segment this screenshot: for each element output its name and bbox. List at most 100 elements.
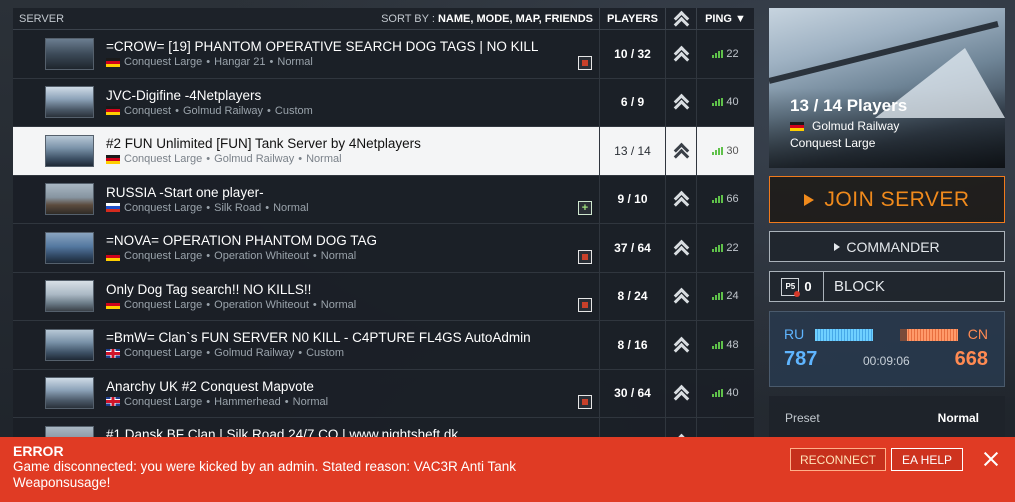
preset-value: Normal xyxy=(937,411,979,425)
map-thumbnail xyxy=(45,231,94,264)
server-cell: JVC-Digifine -4Netplayers Conquest • Golmud… xyxy=(13,78,600,126)
rank-cell xyxy=(666,78,697,126)
server-text: Only Dog Tag search!! NO KILLS!! Conquest… xyxy=(106,282,356,311)
ping-value: 40 xyxy=(726,96,739,109)
column-rank[interactable] xyxy=(666,8,697,29)
server-preset: Normal xyxy=(292,395,329,408)
team1-score: 787 xyxy=(784,348,818,370)
ping-cell: 30 xyxy=(697,127,754,175)
list-header: SERVER SORT BY : NAME, MODE, MAP, FRIEND… xyxy=(13,8,754,30)
server-text: RUSSIA -Start one player- Conquest Large •… xyxy=(106,185,309,214)
preview-map-name: Golmud Railway xyxy=(812,119,900,133)
server-preset: Normal xyxy=(273,201,309,214)
server-map: Operation Whiteout xyxy=(214,298,309,311)
country-flag-icon xyxy=(106,203,120,213)
error-banner: ERROR Game disconnected: you were kicked… xyxy=(0,437,1015,502)
server-row[interactable]: Only Dog Tag search!! NO KILLS!! Conquest… xyxy=(13,272,754,321)
block-button[interactable]: BLOCK xyxy=(824,272,1004,301)
server-cell: Only Dog Tag search!! NO KILLS!! Conquest… xyxy=(13,272,600,320)
ping-cell: 66 xyxy=(697,176,754,224)
server-details: Conquest Large • Operation Whiteout • Normal xyxy=(106,299,356,311)
server-row[interactable]: =BmW= Clan`s FUN SERVER N0 KILL - C4PTUR… xyxy=(13,321,754,370)
separator: • xyxy=(298,347,303,360)
country-flag-icon xyxy=(106,251,120,261)
close-icon[interactable] xyxy=(983,451,999,467)
server-mode: Conquest Large xyxy=(124,298,203,311)
spectator-icon-text: P5 xyxy=(785,282,796,291)
play-icon xyxy=(804,193,815,206)
team1-ticket-bar xyxy=(815,329,873,341)
country-flag-icon xyxy=(106,300,120,310)
ping-value: 66 xyxy=(726,193,739,206)
preview-info: 13 / 14 Players Golmud Railway Conquest … xyxy=(790,96,907,150)
server-cell: =BmW= Clan`s FUN SERVER N0 KILL - C4PTUR… xyxy=(13,321,600,369)
player-count: 6 / 9 xyxy=(600,78,666,126)
server-text: =NOVA= OPERATION PHANTOM DOG TAG Conquest… xyxy=(106,233,377,262)
separator: • xyxy=(269,56,274,69)
server-details: Conquest • Golmud Railway • Custom xyxy=(106,105,313,117)
server-row[interactable]: Anarchy UK #2 Conquest Mapvote Conquest L… xyxy=(13,369,754,418)
server-map: Hangar 21 xyxy=(214,56,266,69)
ping-cell: 48 xyxy=(697,321,754,369)
server-row[interactable]: JVC-Digifine -4Netplayers Conquest • Golmud… xyxy=(13,78,754,127)
player-count: 37 / 64 xyxy=(600,224,666,272)
separator: • xyxy=(206,153,211,166)
ping-value: 30 xyxy=(726,144,739,157)
rank-cell xyxy=(666,272,697,320)
server-row[interactable]: RUSSIA -Start one player- Conquest Large •… xyxy=(13,175,754,224)
separator: • xyxy=(284,395,289,408)
column-ping[interactable]: PING ▼ xyxy=(697,8,754,29)
scoreboard: RU CN 787 00:09:06 668 xyxy=(769,311,1005,387)
signal-bars-icon xyxy=(712,98,724,107)
server-text: Anarchy UK #2 Conquest Mapvote Conquest L… xyxy=(106,379,328,408)
player-count: 8 / 16 xyxy=(600,321,666,369)
server-preset: Custom xyxy=(306,347,344,360)
ping-cell: 22 xyxy=(697,30,754,78)
server-map: Hammerhead xyxy=(214,395,281,408)
country-flag-icon xyxy=(106,106,120,116)
preview-map: Golmud Railway xyxy=(790,119,907,133)
separator: • xyxy=(206,201,211,214)
server-preview: 13 / 14 Players Golmud Railway Conquest … xyxy=(769,8,1005,168)
country-flag-icon xyxy=(106,57,120,67)
commander-button[interactable]: COMMANDER xyxy=(769,231,1005,262)
server-row[interactable]: #2 FUN Unlimited [FUN] Tank Server by 4N… xyxy=(13,127,754,176)
preview-mode: Conquest Large xyxy=(790,136,876,150)
play-icon xyxy=(834,242,841,251)
separator: • xyxy=(267,104,271,117)
ping-cell: 40 xyxy=(697,79,754,127)
column-server[interactable]: SERVER SORT BY : NAME, MODE, MAP, FRIEND… xyxy=(13,8,600,29)
server-preset: Normal xyxy=(306,153,342,166)
sort-options[interactable]: NAME, MODE, MAP, FRIENDS xyxy=(438,13,593,25)
server-text: =CROW= [19] PHANTOM OPERATIVE SEARCH DOG… xyxy=(106,39,538,68)
country-flag-icon xyxy=(106,348,120,358)
separator: • xyxy=(298,153,303,166)
signal-bars-icon xyxy=(712,389,724,398)
team2-ticket-bar xyxy=(900,329,958,341)
column-players[interactable]: PLAYERS xyxy=(600,8,666,29)
server-name: RUSSIA -Start one player- xyxy=(106,184,264,200)
spectator-count: 0 xyxy=(804,279,812,294)
reconnect-button[interactable]: RECONNECT xyxy=(790,448,886,471)
separator: • xyxy=(206,298,211,311)
spectator-button[interactable]: P5 0 xyxy=(770,272,824,301)
server-preset: Normal xyxy=(320,298,357,311)
team1-name: RU xyxy=(784,326,805,342)
rank-cell xyxy=(666,127,697,175)
join-server-button[interactable]: JOIN SERVER xyxy=(769,176,1005,223)
player-count: 8 / 24 xyxy=(600,272,666,320)
server-mode: Conquest Large xyxy=(124,347,203,360)
country-flag-icon xyxy=(106,154,120,164)
error-title: ERROR xyxy=(13,443,64,459)
sort-by[interactable]: SORT BY : NAME, MODE, MAP, FRIENDS xyxy=(381,13,593,25)
server-mode: Conquest Large xyxy=(124,56,203,69)
ping-value: 22 xyxy=(726,47,739,60)
server-mode: Conquest Large xyxy=(124,201,203,214)
server-row[interactable]: =NOVA= OPERATION PHANTOM DOG TAG Conquest… xyxy=(13,224,754,273)
ping-cell: 24 xyxy=(697,273,754,321)
server-row[interactable]: =CROW= [19] PHANTOM OPERATIVE SEARCH DOG… xyxy=(13,30,754,79)
ea-help-button[interactable]: EA HELP xyxy=(891,448,963,471)
server-list: SERVER SORT BY : NAME, MODE, MAP, FRIEND… xyxy=(13,8,754,502)
server-cell: #2 FUN Unlimited [FUN] Tank Server by 4N… xyxy=(13,127,600,175)
server-name: Only Dog Tag search!! NO KILLS!! xyxy=(106,281,312,297)
